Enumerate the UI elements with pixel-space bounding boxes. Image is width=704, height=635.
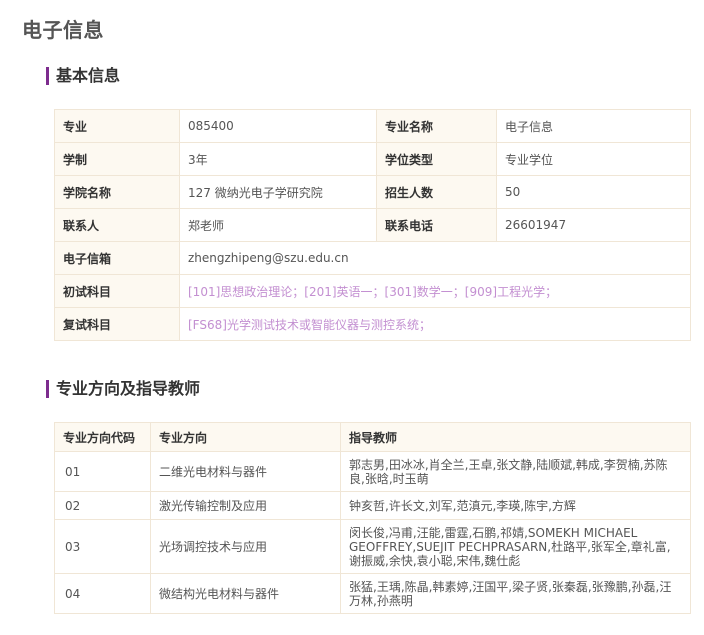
email-label: 电子信箱 [54,241,180,275]
direction-name: 微结构光电材料与器件 [150,573,341,614]
header-direction: 专业方向 [150,422,341,452]
section-title-directions: 专业方向及指导教师 [46,380,200,398]
email-value: zhengzhipeng@szu.edu.cn [179,241,691,275]
table-row: 初试科目 [101]思想政治理论；[201]英语一；[301]数学一；[909]… [54,274,691,308]
initial-exam-label: 初试科目 [54,274,180,308]
table-row: 联系人 郑老师 联系电话 26601947 [54,208,691,242]
contact-value: 郑老师 [179,208,377,242]
major-name-label: 专业名称 [376,109,497,143]
retest-label: 复试科目 [54,307,180,341]
duration-value: 3年 [179,142,377,176]
major-name-value: 电子信息 [496,109,691,143]
degree-type-label: 学位类型 [376,142,497,176]
direction-code: 03 [54,519,151,574]
contact-label: 联系人 [54,208,180,242]
table-row: 学制 3年 学位类型 专业学位 [54,142,691,176]
table-row: 学院名称 127 微纳光电子学研究院 招生人数 50 [54,175,691,209]
enrollment-value: 50 [496,175,691,209]
direction-advisors: 闵长俊,冯甫,汪能,雷霆,石鹏,祁婧,SOMEKH MICHAEL GEOFFR… [340,519,691,574]
direction-name: 光场调控技术与应用 [150,519,341,574]
header-code: 专业方向代码 [54,422,151,452]
initial-exam-link[interactable]: [101]思想政治理论；[201]英语一；[301]数学一；[909]工程光学； [179,274,691,308]
table-row: 02 激光传输控制及应用 钟亥哲,许长文,刘军,范滇元,李瑛,陈宇,方辉 [54,491,691,520]
table-row: 电子信箱 zhengzhipeng@szu.edu.cn [54,241,691,275]
table-row: 复试科目 [FS68]光学测试技术或智能仪器与测控系统； [54,307,691,341]
phone-value: 26601947 [496,208,691,242]
direction-advisors: 张猛,王瑀,陈晶,韩素婷,汪国平,梁子贤,张秦磊,张豫鹏,孙磊,汪万林,孙燕明 [340,573,691,614]
basic-info-table: 专业 085400 专业名称 电子信息 学制 3年 学位类型 专业学位 学院名称… [54,109,691,341]
major-value: 085400 [179,109,377,143]
direction-code: 02 [54,491,151,520]
college-value: 127 微纳光电子学研究院 [179,175,377,209]
page-title: 电子信息 [22,18,104,42]
direction-name: 激光传输控制及应用 [150,491,341,520]
college-label: 学院名称 [54,175,180,209]
table-header-row: 专业方向代码 专业方向 指导教师 [54,422,691,452]
direction-code: 04 [54,573,151,614]
direction-code: 01 [54,451,151,492]
direction-advisors: 郭志男,田冰冰,肖全兰,王卓,张文静,陆顺斌,韩成,李贺楠,苏陈良,张晗,时玉萌 [340,451,691,492]
directions-table: 专业方向代码 专业方向 指导教师 01 二维光电材料与器件 郭志男,田冰冰,肖全… [54,422,691,614]
section-title-basic-info: 基本信息 [46,67,120,85]
table-row: 01 二维光电材料与器件 郭志男,田冰冰,肖全兰,王卓,张文静,陆顺斌,韩成,李… [54,451,691,492]
table-row: 专业 085400 专业名称 电子信息 [54,109,691,143]
direction-name: 二维光电材料与器件 [150,451,341,492]
degree-type-value: 专业学位 [496,142,691,176]
retest-link[interactable]: [FS68]光学测试技术或智能仪器与测控系统； [179,307,691,341]
enrollment-label: 招生人数 [376,175,497,209]
table-row: 03 光场调控技术与应用 闵长俊,冯甫,汪能,雷霆,石鹏,祁婧,SOMEKH M… [54,519,691,574]
phone-label: 联系电话 [376,208,497,242]
direction-advisors: 钟亥哲,许长文,刘军,范滇元,李瑛,陈宇,方辉 [340,491,691,520]
table-row: 04 微结构光电材料与器件 张猛,王瑀,陈晶,韩素婷,汪国平,梁子贤,张秦磊,张… [54,573,691,614]
header-advisors: 指导教师 [340,422,691,452]
major-label: 专业 [54,109,180,143]
duration-label: 学制 [54,142,180,176]
